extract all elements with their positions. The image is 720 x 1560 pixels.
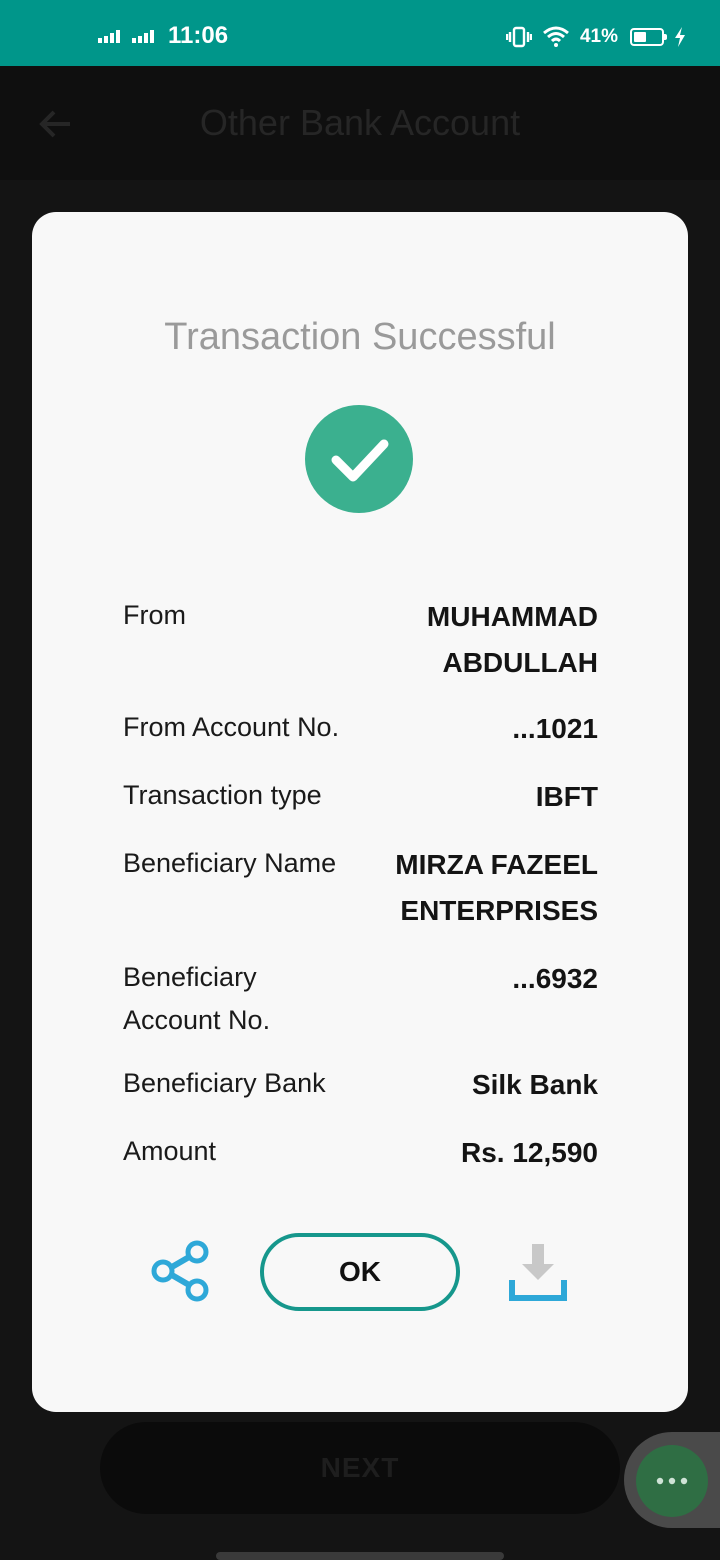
download-icon[interactable] [506,1240,570,1304]
detail-row-amount: Amount Rs. 12,590 [123,1130,598,1198]
status-bar: 11:06 41% [0,0,720,66]
detail-row-beneficiary-bank: Beneficiary Bank Silk Bank [123,1062,598,1130]
detail-value: IBFT [535,781,598,812]
success-check-icon [305,405,413,513]
detail-row-beneficiary-name: Beneficiary Name MIRZA FAZEEL ENTERPRISE… [123,842,598,956]
status-right: 41% [505,26,686,48]
next-button[interactable]: NEXT [100,1422,620,1514]
detail-label: Beneficiary Bank [123,1068,326,1098]
detail-label: From Account No. [123,712,340,742]
detail-value: Rs. 12,590 [461,1137,598,1168]
detail-value: MUHAMMAD ABDULLAH [426,601,598,678]
transaction-details: From MUHAMMAD ABDULLAH From Account No. … [123,594,598,1198]
detail-row-transaction-type: Transaction type IBFT [123,774,598,842]
ok-button[interactable]: OK [260,1233,460,1311]
fab-container [624,1432,720,1528]
detail-value: ...6932 [512,963,598,994]
transaction-dialog: Transaction Successful From MUHAMMAD ABD… [32,212,688,1412]
charging-icon [675,27,685,47]
detail-label: Beneficiary Account No. [123,962,271,1035]
status-left: 11:06 [98,22,228,50]
app-title: Other Bank Account [199,102,521,143]
detail-label: Transaction type [123,780,322,810]
detail-row-from-account: From Account No. ...1021 [123,706,598,774]
battery-icon [630,28,667,46]
more-icon [656,1477,688,1485]
battery-percent: 41% [579,26,618,47]
share-icon[interactable] [150,1240,212,1302]
detail-value: Silk Bank [471,1069,598,1100]
app-bar: Other Bank Account [0,66,720,180]
detail-row-beneficiary-account: Beneficiary Account No. ...6932 [123,956,598,1062]
more-button[interactable] [636,1445,708,1517]
detail-label: From [123,600,186,630]
detail-row-from: From MUHAMMAD ABDULLAH [123,594,598,706]
signal-2-icon [132,29,154,43]
signal-1-icon [98,29,120,43]
detail-value: MIRZA FAZEEL ENTERPRISES [395,849,598,926]
home-indicator[interactable] [216,1552,504,1560]
detail-value: ...1021 [512,713,598,744]
vibrate-icon [505,26,532,48]
dialog-title: Transaction Successful [164,316,556,358]
detail-label: Amount [123,1136,217,1166]
wifi-icon [543,26,569,47]
detail-label: Beneficiary Name [123,848,337,878]
status-time: 11:06 [168,22,229,49]
